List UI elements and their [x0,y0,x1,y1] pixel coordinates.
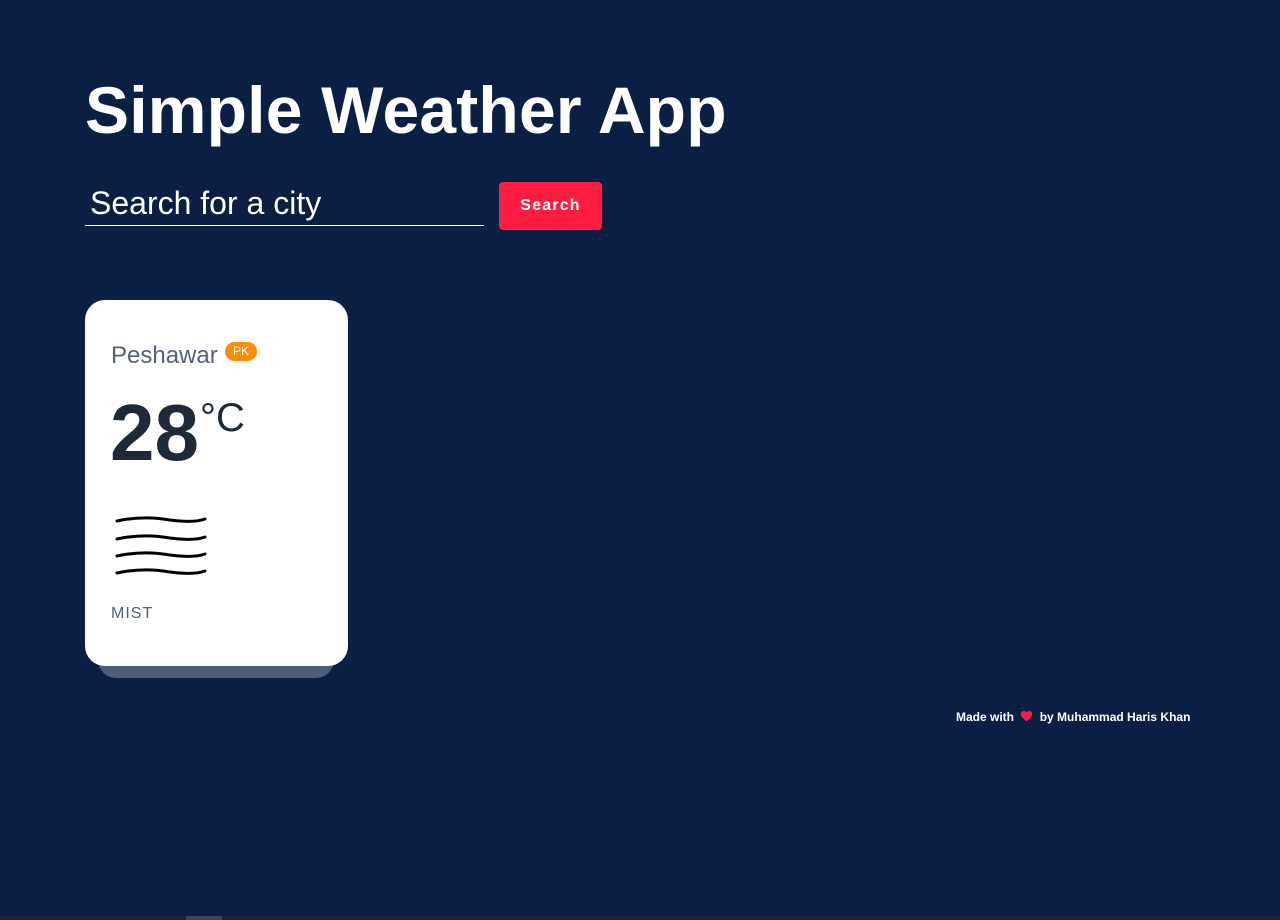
weather-description: MIST [111,605,154,622]
heart-icon [1021,711,1033,722]
country-badge: PK [225,342,258,361]
mist-icon [115,516,207,575]
search-input[interactable] [85,182,484,226]
city-name: Peshawar [111,342,218,369]
temperature-unit: °C [200,396,245,440]
page-title: Simple Weather App [85,73,727,147]
footer-author: by Muhammad Haris Khan [1039,710,1191,724]
bottom-bar-mark [186,916,222,920]
temperature-value: 28 [110,388,199,477]
weather-card: Peshawar PK 28 °C MIST [85,300,348,666]
search-button[interactable]: Search [499,182,602,230]
footer-credit: Made with by Muhammad Haris Khan [956,709,1190,725]
search-form: Search [85,182,645,230]
footer-prefix: Made with [956,710,1015,724]
